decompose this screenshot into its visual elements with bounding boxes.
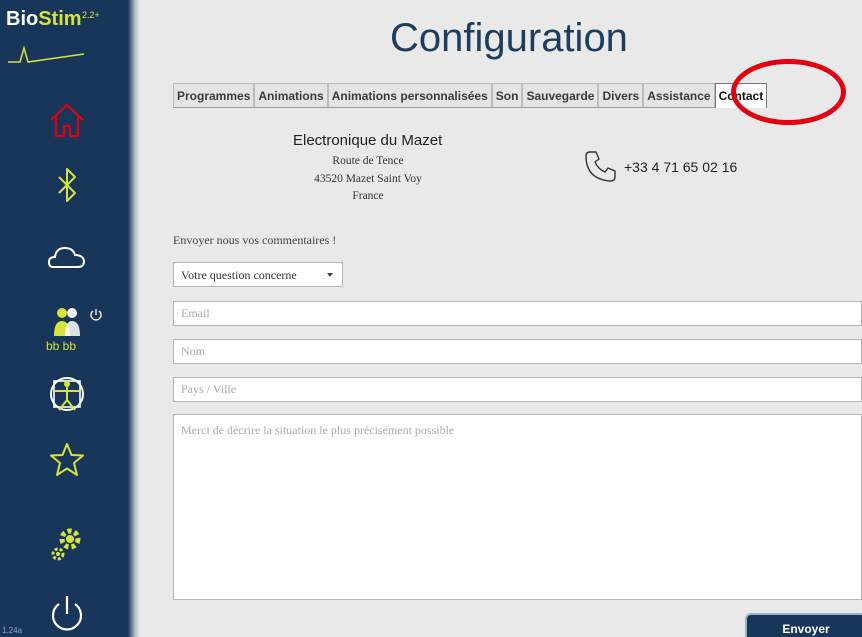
tab-bar: Programmes Animations Animations personn…: [173, 83, 768, 108]
bluetooth-icon[interactable]: [45, 163, 89, 207]
address-city: 43520 Mazet Saint Voy: [314, 173, 422, 185]
user-group-icon[interactable]: [45, 300, 85, 340]
tab-son[interactable]: Son: [491, 83, 523, 107]
tab-contact[interactable]: Contact: [714, 83, 768, 108]
address-street: Route de Tence: [332, 155, 404, 167]
cloud-icon[interactable]: [45, 235, 89, 279]
subject-dropdown[interactable]: Votre question concerne: [173, 262, 343, 287]
tab-programmes[interactable]: Programmes: [173, 83, 255, 107]
country-city-field[interactable]: [173, 377, 862, 402]
vitruvian-man-icon[interactable]: [45, 372, 89, 416]
home-icon[interactable]: [45, 98, 89, 142]
email-field[interactable]: [173, 301, 862, 326]
message-field[interactable]: [173, 414, 862, 600]
app-logo: BioStim 2.2+: [6, 8, 132, 68]
company-name: Electronique du Mazet: [293, 132, 443, 149]
phone-icon: [585, 151, 616, 182]
user-label: bb bb: [46, 339, 77, 353]
build-version: 1.24a: [2, 626, 23, 635]
page-title: Configuration: [390, 16, 628, 60]
address-country: France: [352, 190, 384, 202]
subject-dropdown-value: Votre question concerne: [181, 268, 297, 282]
tab-sauvegarde[interactable]: Sauvegarde: [522, 83, 599, 107]
sidebar: BioStim 2.2+ bb bb 1.24a: [0, 0, 140, 637]
logo-version: 2.2+: [82, 10, 100, 20]
pulse-wave-icon: [8, 45, 85, 63]
tab-animations-personnalisees[interactable]: Animations personnalisées: [327, 83, 492, 107]
tab-assistance[interactable]: Assistance: [643, 83, 715, 107]
logo-text: BioStim: [6, 8, 82, 30]
phone-number: +33 4 71 65 02 16: [624, 159, 738, 175]
tab-divers[interactable]: Divers: [598, 83, 644, 107]
name-field[interactable]: [173, 339, 862, 364]
sidebar-edge: [128, 0, 140, 637]
tab-animations[interactable]: Animations: [254, 83, 328, 107]
feedback-intro: Envoyer nous vos commentaires !: [173, 233, 337, 247]
star-icon[interactable]: [45, 438, 89, 482]
send-button[interactable]: Envoyer: [745, 613, 862, 637]
power-icon[interactable]: [45, 592, 89, 636]
power-small-icon[interactable]: [88, 307, 104, 323]
gears-icon[interactable]: [45, 523, 89, 567]
chevron-down-icon: [327, 273, 333, 277]
